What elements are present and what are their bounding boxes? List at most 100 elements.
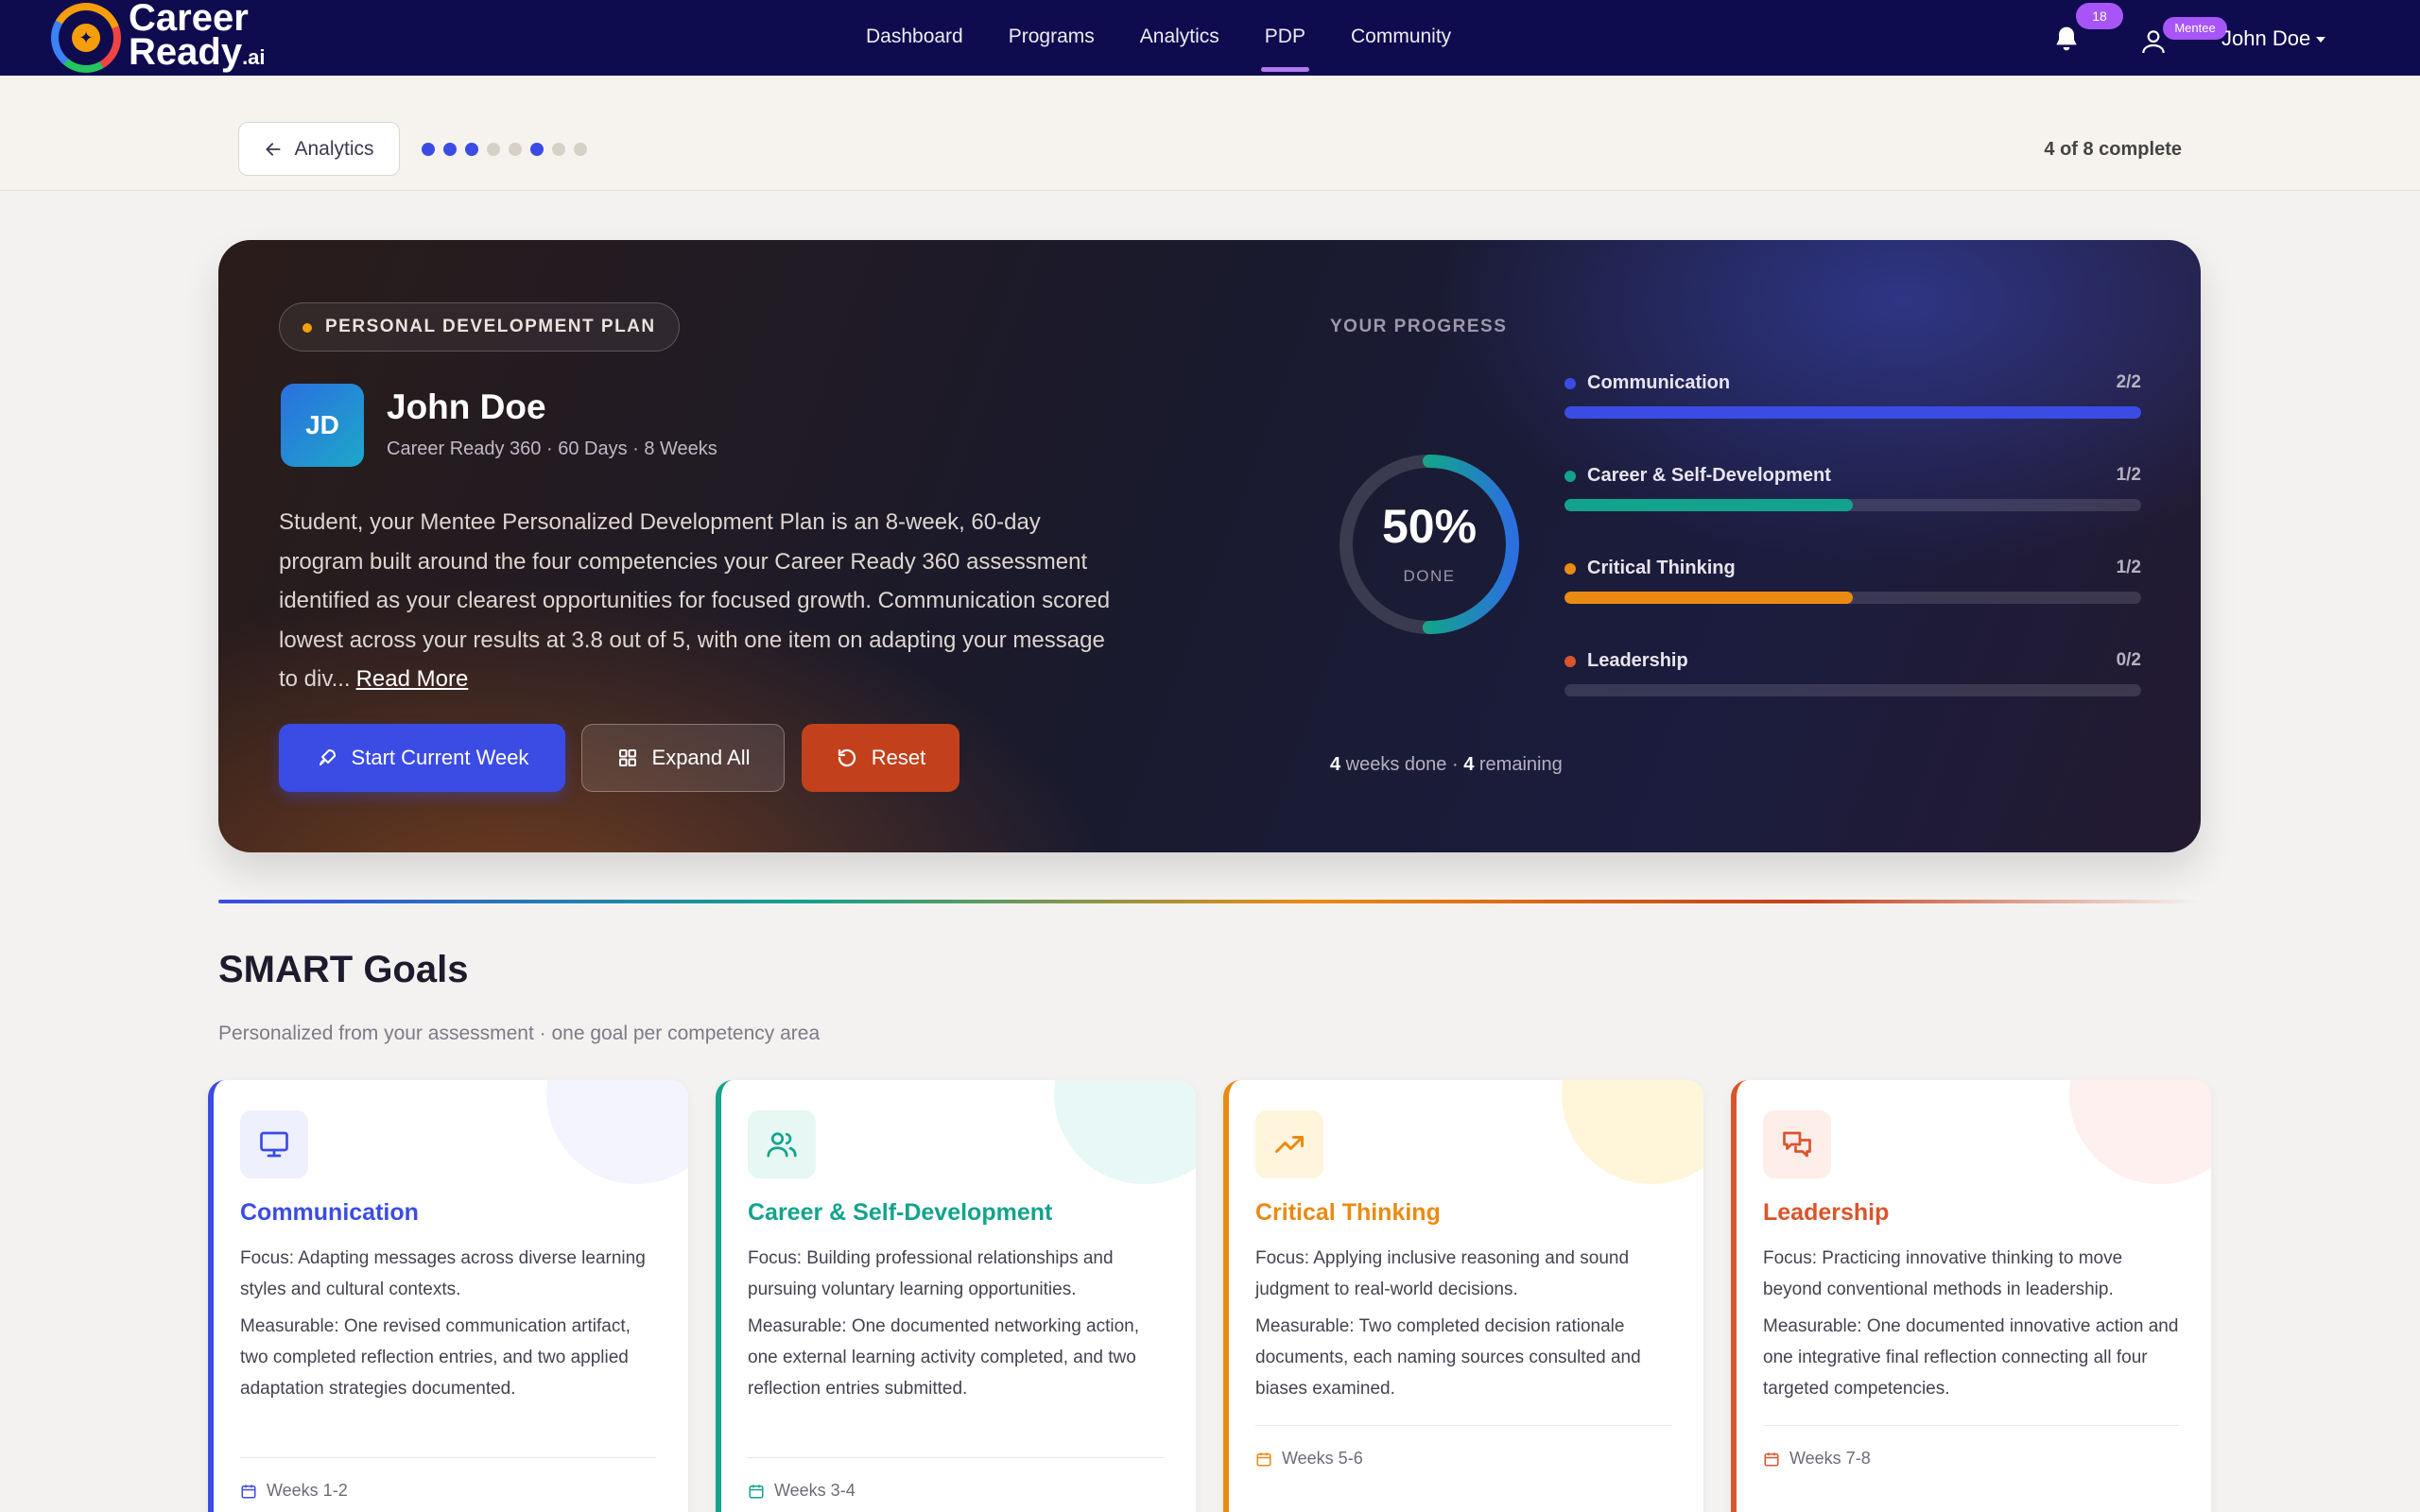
card-decoration: [1562, 1080, 1703, 1184]
competency-dot: [1564, 378, 1576, 389]
card-divider: [1255, 1425, 1671, 1426]
grid-icon: [618, 749, 636, 766]
competency-count: 1/2: [2116, 465, 2141, 485]
goal-focus: Focus: Practicing innovative thinking to…: [1763, 1248, 2123, 1299]
step-indicator: [422, 143, 587, 156]
calendar-icon: [1764, 1452, 1779, 1466]
competency-count: 2/2: [2116, 372, 2141, 392]
competency-bar-fill: [1564, 592, 1853, 604]
goal-card-critical-thinking[interactable]: Critical Thinking Focus: Applying inclus…: [1223, 1080, 1703, 1512]
step-dot: [422, 143, 435, 156]
user-menu[interactable]: John Doe: [2221, 26, 2326, 51]
step-dot: [443, 143, 457, 156]
goal-measurable: Measurable: Two completed decision ratio…: [1255, 1316, 1641, 1399]
goal-measurable: Measurable: One revised communication ar…: [240, 1316, 631, 1399]
card-divider: [748, 1457, 1164, 1458]
goal-measurable: Measurable: One documented innovative ac…: [1763, 1316, 2179, 1399]
competency-progress-row: Critical Thinking 1/2: [1564, 558, 2141, 650]
goal-card-communication[interactable]: Communication Focus: Adapting messages a…: [208, 1080, 688, 1512]
goal-body: Focus: Adapting messages across diverse …: [240, 1243, 656, 1410]
notification-count-badge: 18: [2076, 3, 2123, 29]
goal-card-career-self-development[interactable]: Career & Self-Development Focus: Buildin…: [716, 1080, 1196, 1512]
progress-done-label: DONE: [1403, 567, 1456, 585]
section-divider: [218, 900, 2201, 903]
chat-icon: [1763, 1110, 1831, 1178]
goal-body: Focus: Applying inclusive reasoning and …: [1255, 1243, 1671, 1410]
pdp-tag: PERSONAL DEVELOPMENT PLAN: [279, 302, 680, 352]
goal-card-leadership[interactable]: Leadership Focus: Practicing innovative …: [1731, 1080, 2211, 1512]
card-decoration: [546, 1080, 688, 1184]
competency-progress-list: Communication 2/2 Career & Self-Developm…: [1564, 372, 2141, 743]
goal-weeks: Weeks 3-4: [748, 1481, 856, 1501]
logo-graduation-cap-icon: ✦: [51, 3, 121, 73]
main-nav: Dashboard Programs Analytics PDP Communi…: [843, 0, 1474, 76]
competency-progress-row: Communication 2/2: [1564, 372, 2141, 465]
card-divider: [240, 1457, 656, 1458]
calendar-icon: [1256, 1452, 1271, 1466]
student-name: John Doe: [387, 387, 546, 426]
competency-name: Critical Thinking: [1587, 558, 1736, 578]
completion-status: 4 of 8 complete: [2044, 139, 2182, 160]
competency-bar-track: [1564, 684, 2141, 696]
program-meta: Career Ready 360 · 60 Days · 8 Weeks: [387, 438, 717, 459]
nav-link-analytics[interactable]: Analytics: [1117, 0, 1242, 76]
competency-name: Leadership: [1587, 650, 1688, 671]
goal-focus: Focus: Applying inclusive reasoning and …: [1255, 1248, 1630, 1299]
goal-focus: Focus: Building professional relationshi…: [748, 1248, 1114, 1299]
trending-up-icon: [1255, 1110, 1323, 1178]
avatar: JD: [281, 384, 364, 467]
expand-button-label: Expand All: [651, 746, 751, 769]
competency-progress-row: Leadership 0/2: [1564, 650, 2141, 743]
expand-all-button[interactable]: Expand All: [581, 724, 785, 792]
competency-dot: [1564, 656, 1576, 667]
competency-bar-fill: [1564, 499, 1853, 511]
step-dot: [574, 143, 587, 156]
competency-name: Career & Self-Development: [1587, 465, 1831, 486]
arrow-left-icon: [266, 142, 282, 156]
section-title: SMART Goals: [218, 949, 469, 990]
weeks-summary: 4 weeks done · 4 remaining: [1330, 754, 1563, 775]
pdp-hero-card: PERSONAL DEVELOPMENT PLAN JD John Doe Ca…: [218, 240, 2201, 852]
nav-link-community[interactable]: Community: [1328, 0, 1474, 76]
reset-button[interactable]: Reset: [802, 724, 959, 792]
step-dot: [465, 143, 478, 156]
rocket-icon: [319, 749, 336, 765]
nav-link-pdp[interactable]: PDP: [1242, 0, 1328, 76]
monitor-icon: [240, 1110, 308, 1178]
page-subbar: Analytics 4 of 8 complete: [0, 76, 2420, 191]
competency-name: Communication: [1587, 372, 1731, 393]
competency-progress-row: Career & Self-Development 1/2: [1564, 465, 2141, 558]
calendar-icon: [241, 1484, 256, 1498]
start-current-week-button[interactable]: Start Current Week: [279, 724, 565, 792]
top-navbar: ✦ Career Ready.ai Dashboard Programs Ana…: [0, 0, 2420, 76]
step-dot: [487, 143, 500, 156]
competency-dot: [1564, 563, 1576, 575]
goal-weeks: Weeks 1-2: [240, 1481, 348, 1501]
bell-icon[interactable]: [2051, 25, 2082, 55]
goal-measurable: Measurable: One documented networking ac…: [748, 1316, 1140, 1399]
reset-icon: [838, 748, 856, 767]
role-badge: Mentee: [2163, 17, 2227, 40]
competency-bar-track: [1564, 592, 2141, 604]
calendar-icon: [749, 1484, 764, 1498]
back-to-analytics-button[interactable]: Analytics: [238, 122, 400, 176]
nav-link-programs[interactable]: Programs: [986, 0, 1117, 76]
card-divider: [1763, 1425, 2179, 1426]
goal-body: Focus: Practicing innovative thinking to…: [1763, 1243, 2179, 1410]
goal-title: Critical Thinking: [1255, 1199, 1441, 1226]
competency-dot: [1564, 471, 1576, 482]
logo-wordmark: Career Ready.ai: [129, 0, 266, 73]
nav-link-dashboard[interactable]: Dashboard: [843, 0, 986, 76]
card-decoration: [2069, 1080, 2211, 1184]
read-more-link[interactable]: Read More: [356, 666, 469, 692]
step-dot: [552, 143, 565, 156]
goal-title: Communication: [240, 1199, 419, 1226]
users-icon: [748, 1110, 816, 1178]
goal-title: Career & Self-Development: [748, 1199, 1053, 1226]
step-dot: [530, 143, 544, 156]
competency-bar-track: [1564, 499, 2141, 511]
career-ready-logo[interactable]: ✦ Career Ready.ai: [51, 0, 266, 76]
competency-bar-fill: [1564, 406, 2141, 419]
competency-count: 0/2: [2116, 650, 2141, 670]
goal-weeks: Weeks 5-6: [1255, 1449, 1363, 1469]
